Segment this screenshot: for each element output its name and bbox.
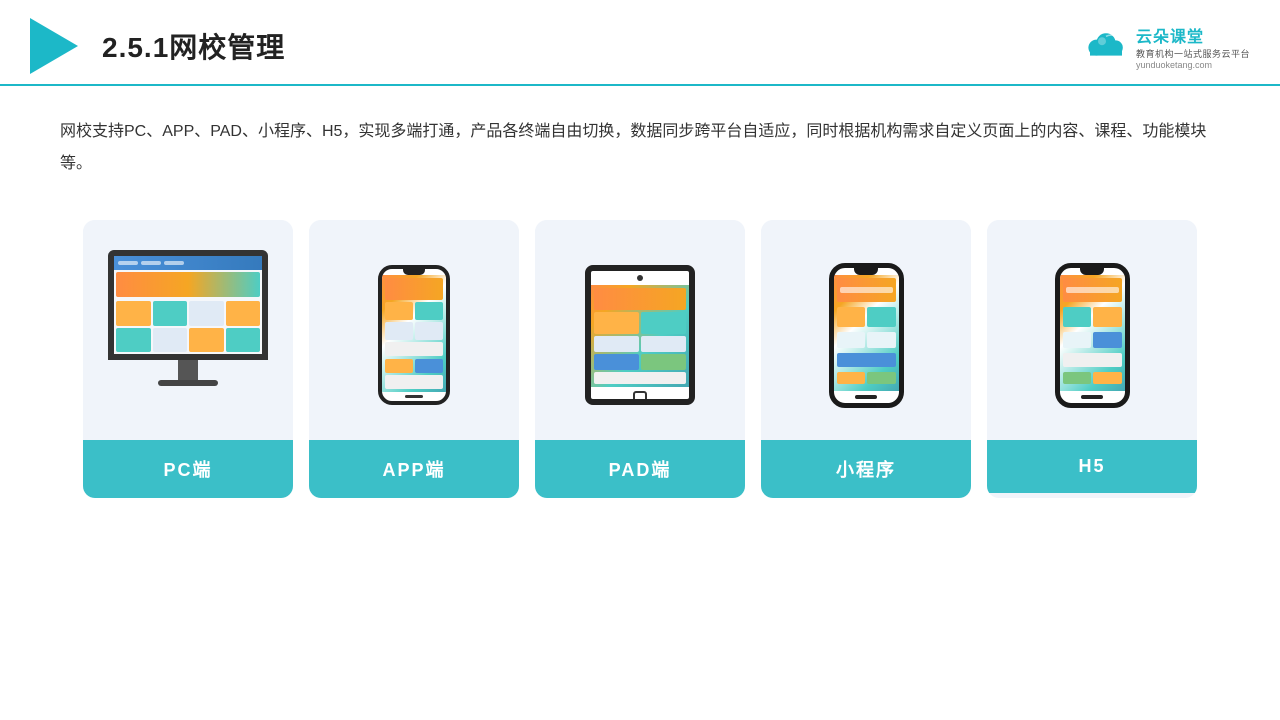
pad-tablet-icon: [585, 265, 695, 405]
brand-name: 云朵课堂: [1136, 23, 1204, 47]
card-miniprogram-image: [761, 220, 971, 440]
card-pc-image: [83, 220, 293, 440]
card-app: APP端: [309, 220, 519, 498]
header: 2.5.1网校管理 云朵课堂 教育机构一站式服务云平台 yunduoketang…: [0, 0, 1280, 86]
card-h5-label: H5: [987, 440, 1197, 493]
description-text: 网校支持PC、APP、PAD、小程序、H5，实现多端打通，产品各终端自由切换，数…: [0, 86, 1280, 180]
logo-triangle-icon: [30, 18, 78, 74]
brand-text: 云朵课堂 教育机构一站式服务云平台 yunduoketang.com: [1136, 23, 1250, 70]
card-app-label: APP端: [309, 440, 519, 498]
h5-phone-icon: [1055, 263, 1130, 408]
card-app-image: [309, 220, 519, 440]
card-miniprogram: 小程序: [761, 220, 971, 498]
card-pc-label: PC端: [83, 440, 293, 498]
miniprogram-phone-icon: [829, 263, 904, 408]
brand-url: yunduoketang.com: [1136, 60, 1212, 70]
cards-container: PC端 APP端: [0, 180, 1280, 528]
brand-logo: 云朵课堂 教育机构一站式服务云平台 yunduoketang.com: [1082, 23, 1250, 70]
header-left: 2.5.1网校管理: [30, 18, 285, 74]
cloud-logo-icon: [1082, 30, 1130, 62]
brand-tagline: 教育机构一站式服务云平台: [1136, 47, 1250, 60]
app-phone-icon: [378, 265, 450, 405]
card-h5-image: [987, 220, 1197, 440]
card-pad-label: PAD端: [535, 440, 745, 498]
card-pad-image: [535, 220, 745, 440]
header-right: 云朵课堂 教育机构一站式服务云平台 yunduoketang.com: [1082, 23, 1250, 70]
card-h5: H5: [987, 220, 1197, 498]
pc-monitor-icon: [103, 250, 273, 420]
card-pad: PAD端: [535, 220, 745, 498]
page-title: 2.5.1网校管理: [102, 26, 285, 66]
card-miniprogram-label: 小程序: [761, 440, 971, 498]
card-pc: PC端: [83, 220, 293, 498]
